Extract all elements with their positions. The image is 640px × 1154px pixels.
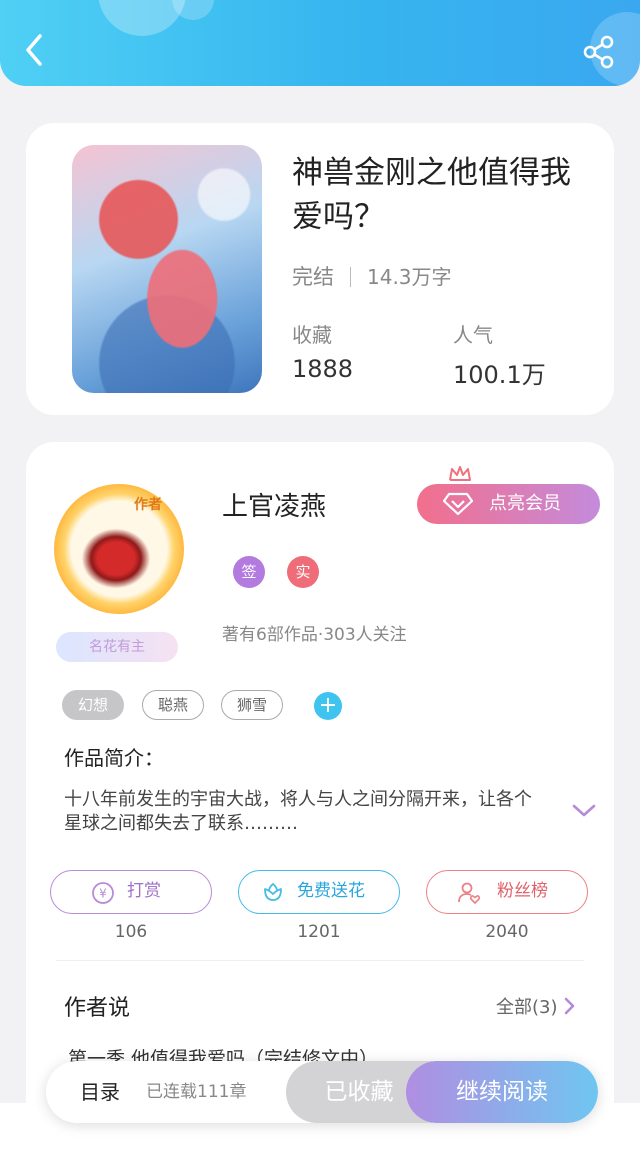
intro-heading: 作品简介： xyxy=(64,746,164,770)
divider xyxy=(56,960,584,961)
tag-item[interactable]: 幻想 xyxy=(62,690,124,720)
author-says-heading: 作者说 xyxy=(64,996,131,1021)
share-icon xyxy=(583,35,614,69)
popularity-value: 100.1万 xyxy=(453,361,546,389)
popularity-label: 人气 xyxy=(453,323,493,347)
table-of-contents-button[interactable]: 目录 xyxy=(80,1061,120,1123)
author-title-badge: 名花有主 xyxy=(56,632,178,662)
bottom-action-bar: 目录 已连载111章 已收藏 继续阅读 xyxy=(46,1061,598,1123)
book-cover[interactable] xyxy=(72,145,262,393)
flower-icon xyxy=(264,882,282,901)
meta-divider xyxy=(350,267,351,287)
reward-button[interactable]: ¥ 打赏 xyxy=(50,870,212,914)
back-button[interactable] xyxy=(18,30,54,70)
chapter-count: 已连载111章 xyxy=(146,1082,247,1102)
fans-ranking-button[interactable]: 粉丝榜 xyxy=(426,870,588,914)
view-all-label: 全部(3) xyxy=(496,997,558,1018)
yen-coin-icon: ¥ xyxy=(92,882,114,904)
tag-item[interactable]: 狮雪 xyxy=(221,690,283,720)
phoenix-emblem xyxy=(80,520,160,590)
author-name[interactable]: 上官凌燕 xyxy=(222,486,326,523)
flower-count: 1201 xyxy=(297,922,341,942)
user-heart-icon xyxy=(458,882,481,905)
add-tag-button[interactable]: + xyxy=(314,692,342,720)
book-status: 完结 xyxy=(292,265,334,289)
crown-icon xyxy=(449,466,471,481)
view-all-author-says[interactable]: 全部(3) xyxy=(496,993,576,1019)
vip-button-label: 点亮会员 xyxy=(489,493,561,514)
word-count: 14.3万字 xyxy=(367,265,452,289)
fans-ranking-label: 粉丝榜 xyxy=(497,881,548,901)
reward-count: 106 xyxy=(114,922,148,942)
decor-bubble xyxy=(172,0,214,20)
avatar-author-tag: 作者 xyxy=(134,497,162,513)
favorites-label: 收藏 xyxy=(292,323,332,347)
book-meta: 完结 14.3万字 xyxy=(292,261,452,291)
svg-text:¥: ¥ xyxy=(99,887,107,901)
book-title: 神兽金刚之他值得我爱吗？ xyxy=(292,155,571,235)
author-works-info: 著有6部作品·303人关注 xyxy=(222,625,407,645)
signed-badge: 签 xyxy=(233,556,265,588)
send-flower-label: 免费送花 xyxy=(297,881,365,901)
reward-label: 打赏 xyxy=(127,881,161,901)
chevron-down-icon[interactable] xyxy=(571,802,597,820)
send-flower-button[interactable]: 免费送花 xyxy=(238,870,400,914)
diamond-icon xyxy=(443,492,473,516)
author-card: 作者 名花有主 上官凌燕 点亮会员 签 实 著有6部作品·303人关注 幻想 聪… xyxy=(26,442,614,1154)
chevron-left-icon xyxy=(26,34,42,66)
intro-text: 十八年前发生的宇宙大战，将人与人之间分隔开来，让各个星球之间都失去了联系……… xyxy=(64,789,532,834)
top-header xyxy=(0,0,640,86)
author-avatar[interactable]: 作者 xyxy=(54,484,184,614)
plus-icon: + xyxy=(318,693,338,718)
chevron-right-icon xyxy=(564,997,574,1015)
verified-badge: 实 xyxy=(287,556,319,588)
continue-reading-button[interactable]: 继续阅读 xyxy=(406,1061,598,1123)
book-info-card: 神兽金刚之他值得我爱吗？ 完结 14.3万字 收藏 1888 人气 100.1万 xyxy=(26,123,614,415)
vip-button[interactable]: 点亮会员 xyxy=(417,484,600,524)
favorites-value: 1888 xyxy=(292,355,354,383)
tag-item[interactable]: 聪燕 xyxy=(142,690,204,720)
fans-count: 2040 xyxy=(485,922,529,942)
share-button[interactable] xyxy=(580,33,618,71)
